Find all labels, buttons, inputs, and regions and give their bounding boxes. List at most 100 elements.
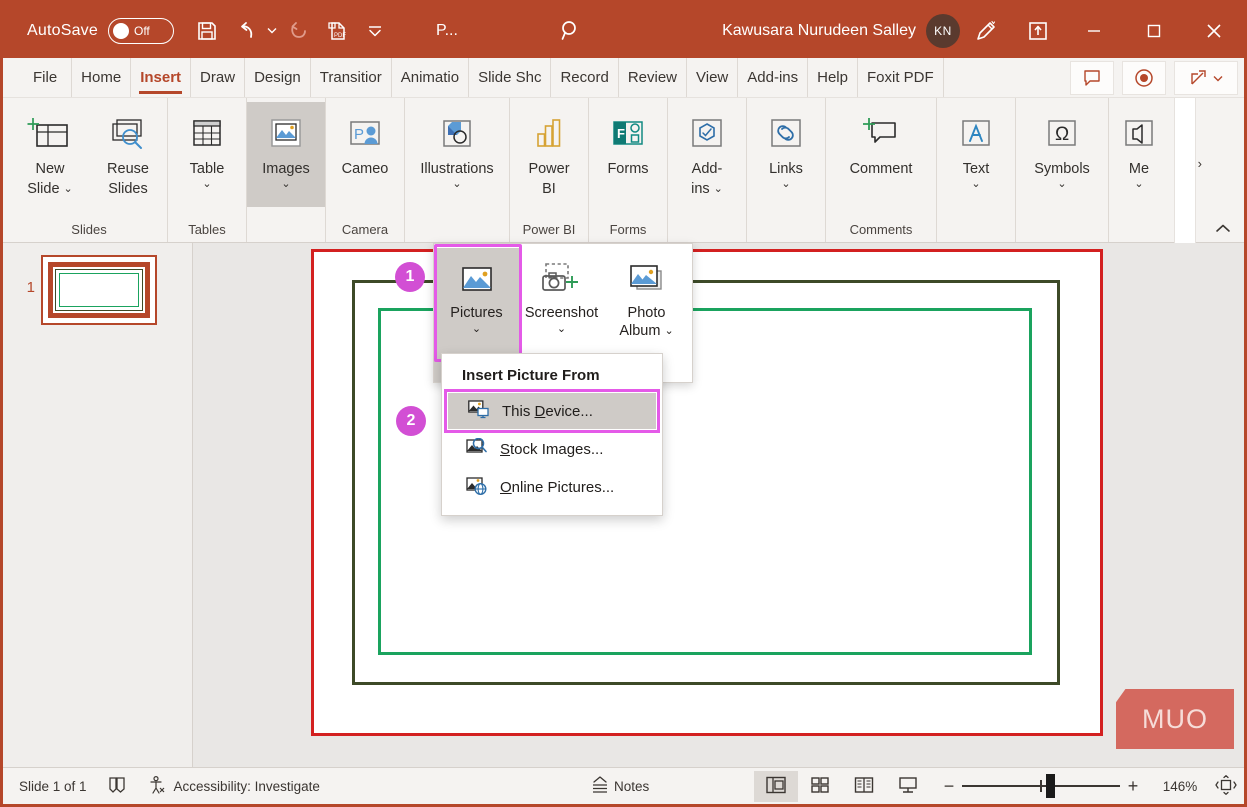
maximize-icon[interactable] bbox=[1124, 3, 1184, 58]
tab-view[interactable]: View bbox=[687, 58, 739, 97]
ribbon-collapse-button[interactable] bbox=[1210, 216, 1236, 240]
thumbnail-number: 1 bbox=[26, 279, 35, 296]
avatar[interactable]: KN bbox=[926, 13, 960, 48]
fit-slide-button[interactable] bbox=[1208, 774, 1244, 798]
tab-animations[interactable]: Animatio bbox=[392, 58, 470, 97]
ribbon-group-camera: P Cameo Camera bbox=[326, 98, 405, 242]
undo-icon[interactable] bbox=[226, 12, 264, 50]
zoom-in-button[interactable]: + bbox=[1120, 776, 1146, 797]
reading-view-button[interactable] bbox=[842, 771, 886, 802]
screenshot-chevron-down-icon[interactable]: ⌄ bbox=[557, 322, 566, 335]
text-chevron-down-icon[interactable]: ⌄ bbox=[971, 178, 980, 190]
menu-item-online-pictures-label: Online Pictures... bbox=[500, 478, 615, 496]
forms-button[interactable]: F Forms bbox=[589, 102, 667, 207]
ribbon-scroll-right-button[interactable]: › bbox=[1198, 156, 1202, 171]
ink-pen-icon[interactable] bbox=[960, 3, 1012, 58]
status-bar: Slide 1 of 1 Accessibility: Investigate … bbox=[3, 767, 1244, 804]
add-ins-button[interactable]: Add- ins ⌄ bbox=[668, 102, 746, 207]
new-slide-chevron-down-icon[interactable]: ⌄ bbox=[64, 181, 73, 198]
ribbon-group-label-slides: Slides bbox=[71, 222, 107, 237]
slide-count[interactable]: Slide 1 of 1 bbox=[9, 768, 97, 805]
reuse-slides-button[interactable]: Reuse Slides bbox=[89, 102, 167, 207]
zoom-thumb[interactable] bbox=[1046, 774, 1055, 798]
photo-album-chevron-down-icon[interactable]: ⌄ bbox=[664, 322, 673, 340]
accessibility-button[interactable]: Accessibility: Investigate bbox=[137, 768, 330, 805]
zoom-slider[interactable]: − + bbox=[936, 774, 1146, 798]
export-pdf-icon[interactable]: PDF bbox=[318, 12, 356, 50]
slide-sorter-view-button[interactable] bbox=[798, 771, 842, 802]
spellcheck-button[interactable] bbox=[97, 768, 137, 805]
close-icon[interactable] bbox=[1184, 3, 1244, 58]
share-button[interactable] bbox=[1174, 61, 1238, 95]
comments-button[interactable] bbox=[1070, 61, 1114, 95]
tab-transitions[interactable]: Transitior bbox=[311, 58, 392, 97]
accessibility-icon bbox=[147, 775, 167, 798]
symbols-chevron-down-icon[interactable]: ⌄ bbox=[1057, 178, 1066, 190]
cameo-button[interactable]: P Cameo bbox=[326, 102, 404, 207]
add-ins-chevron-down-icon[interactable]: ⌄ bbox=[714, 181, 723, 198]
record-button[interactable] bbox=[1122, 61, 1166, 95]
images-button[interactable]: Images ⌄ bbox=[247, 102, 325, 207]
zoom-track[interactable] bbox=[962, 774, 1120, 798]
slide-thumbnail-1[interactable] bbox=[41, 255, 157, 325]
redo-icon[interactable] bbox=[280, 12, 318, 50]
search-icon[interactable] bbox=[551, 16, 591, 46]
new-slide-button[interactable]: New Slide ⌄ bbox=[11, 102, 89, 207]
minimize-icon[interactable] bbox=[1064, 3, 1124, 58]
notes-button[interactable]: Notes bbox=[589, 775, 649, 798]
power-bi-button[interactable]: Power BI bbox=[510, 102, 588, 207]
links-button[interactable]: Links ⌄ bbox=[747, 102, 825, 207]
undo-dropdown-chevron-down-icon[interactable] bbox=[264, 12, 280, 50]
tab-file[interactable]: File bbox=[19, 58, 73, 97]
reuse-slides-icon bbox=[105, 110, 151, 158]
present-icon[interactable] bbox=[1012, 3, 1064, 58]
menu-item-this-device[interactable]: This Device... bbox=[448, 393, 656, 429]
comment-button[interactable]: Comment bbox=[826, 102, 936, 207]
customize-quick-access-toolbar-icon[interactable] bbox=[356, 12, 394, 50]
symbols-button[interactable]: Ω Symbols ⌄ bbox=[1016, 102, 1108, 207]
autosave-toggle[interactable]: Off bbox=[107, 17, 174, 44]
table-button[interactable]: Table ⌄ bbox=[168, 102, 246, 207]
pictures-chevron-down-icon[interactable]: ⌄ bbox=[472, 322, 481, 335]
tab-home[interactable]: Home bbox=[72, 58, 132, 97]
ribbon-scrollbar[interactable] bbox=[1174, 98, 1196, 243]
save-icon[interactable] bbox=[188, 12, 226, 50]
tab-review[interactable]: Review bbox=[619, 58, 688, 97]
menu-item-stock-images[interactable]: Stock Images... bbox=[446, 431, 658, 467]
comment-plus-icon bbox=[858, 110, 904, 158]
tab-add-ins[interactable]: Add-ins bbox=[738, 58, 809, 97]
text-button[interactable]: Text ⌄ bbox=[937, 102, 1015, 207]
slide-editing-area[interactable] bbox=[311, 249, 1103, 736]
tab-record[interactable]: Record bbox=[551, 58, 619, 97]
ribbon-group-label-illustrations bbox=[405, 218, 509, 242]
images-chevron-down-icon[interactable]: ⌄ bbox=[281, 178, 290, 190]
document-name[interactable]: P... bbox=[436, 22, 458, 40]
autosave-label: AutoSave bbox=[27, 21, 98, 39]
omega-symbols-icon: Ω bbox=[1039, 110, 1085, 158]
autosave-state: Off bbox=[133, 23, 150, 38]
normal-view-button[interactable] bbox=[754, 770, 798, 802]
cameo-label: Cameo bbox=[341, 161, 389, 177]
slide-show-button[interactable] bbox=[886, 771, 930, 802]
svg-text:Ω: Ω bbox=[1055, 124, 1069, 145]
zoom-default-tick bbox=[1040, 780, 1042, 792]
zoom-percent[interactable]: 146% bbox=[1152, 779, 1208, 794]
zoom-out-button[interactable]: − bbox=[936, 776, 962, 797]
illustrations-button[interactable]: Illustrations ⌄ bbox=[405, 102, 509, 207]
illustrations-chevron-down-icon[interactable]: ⌄ bbox=[452, 178, 461, 190]
tab-insert[interactable]: Insert bbox=[131, 58, 192, 97]
tab-design[interactable]: Design bbox=[245, 58, 311, 97]
ribbon-group-media: Me ⌄ bbox=[1109, 98, 1169, 242]
tab-slide-show[interactable]: Slide Shc bbox=[469, 58, 552, 97]
tab-help[interactable]: Help bbox=[808, 58, 858, 97]
links-chevron-down-icon[interactable]: ⌄ bbox=[781, 178, 790, 190]
media-button[interactable]: Me ⌄ bbox=[1109, 102, 1169, 207]
add-ins-label-line2: ins bbox=[691, 181, 710, 197]
tab-foxit-pdf[interactable]: Foxit PDF bbox=[858, 58, 944, 97]
menu-item-online-pictures[interactable]: Online Pictures... bbox=[446, 469, 658, 505]
stock-images-icon bbox=[466, 437, 487, 461]
accessibility-label: Accessibility: Investigate bbox=[173, 778, 320, 794]
tab-draw[interactable]: Draw bbox=[191, 58, 246, 97]
media-chevron-down-icon[interactable]: ⌄ bbox=[1134, 178, 1143, 190]
table-chevron-down-icon[interactable]: ⌄ bbox=[202, 178, 211, 190]
